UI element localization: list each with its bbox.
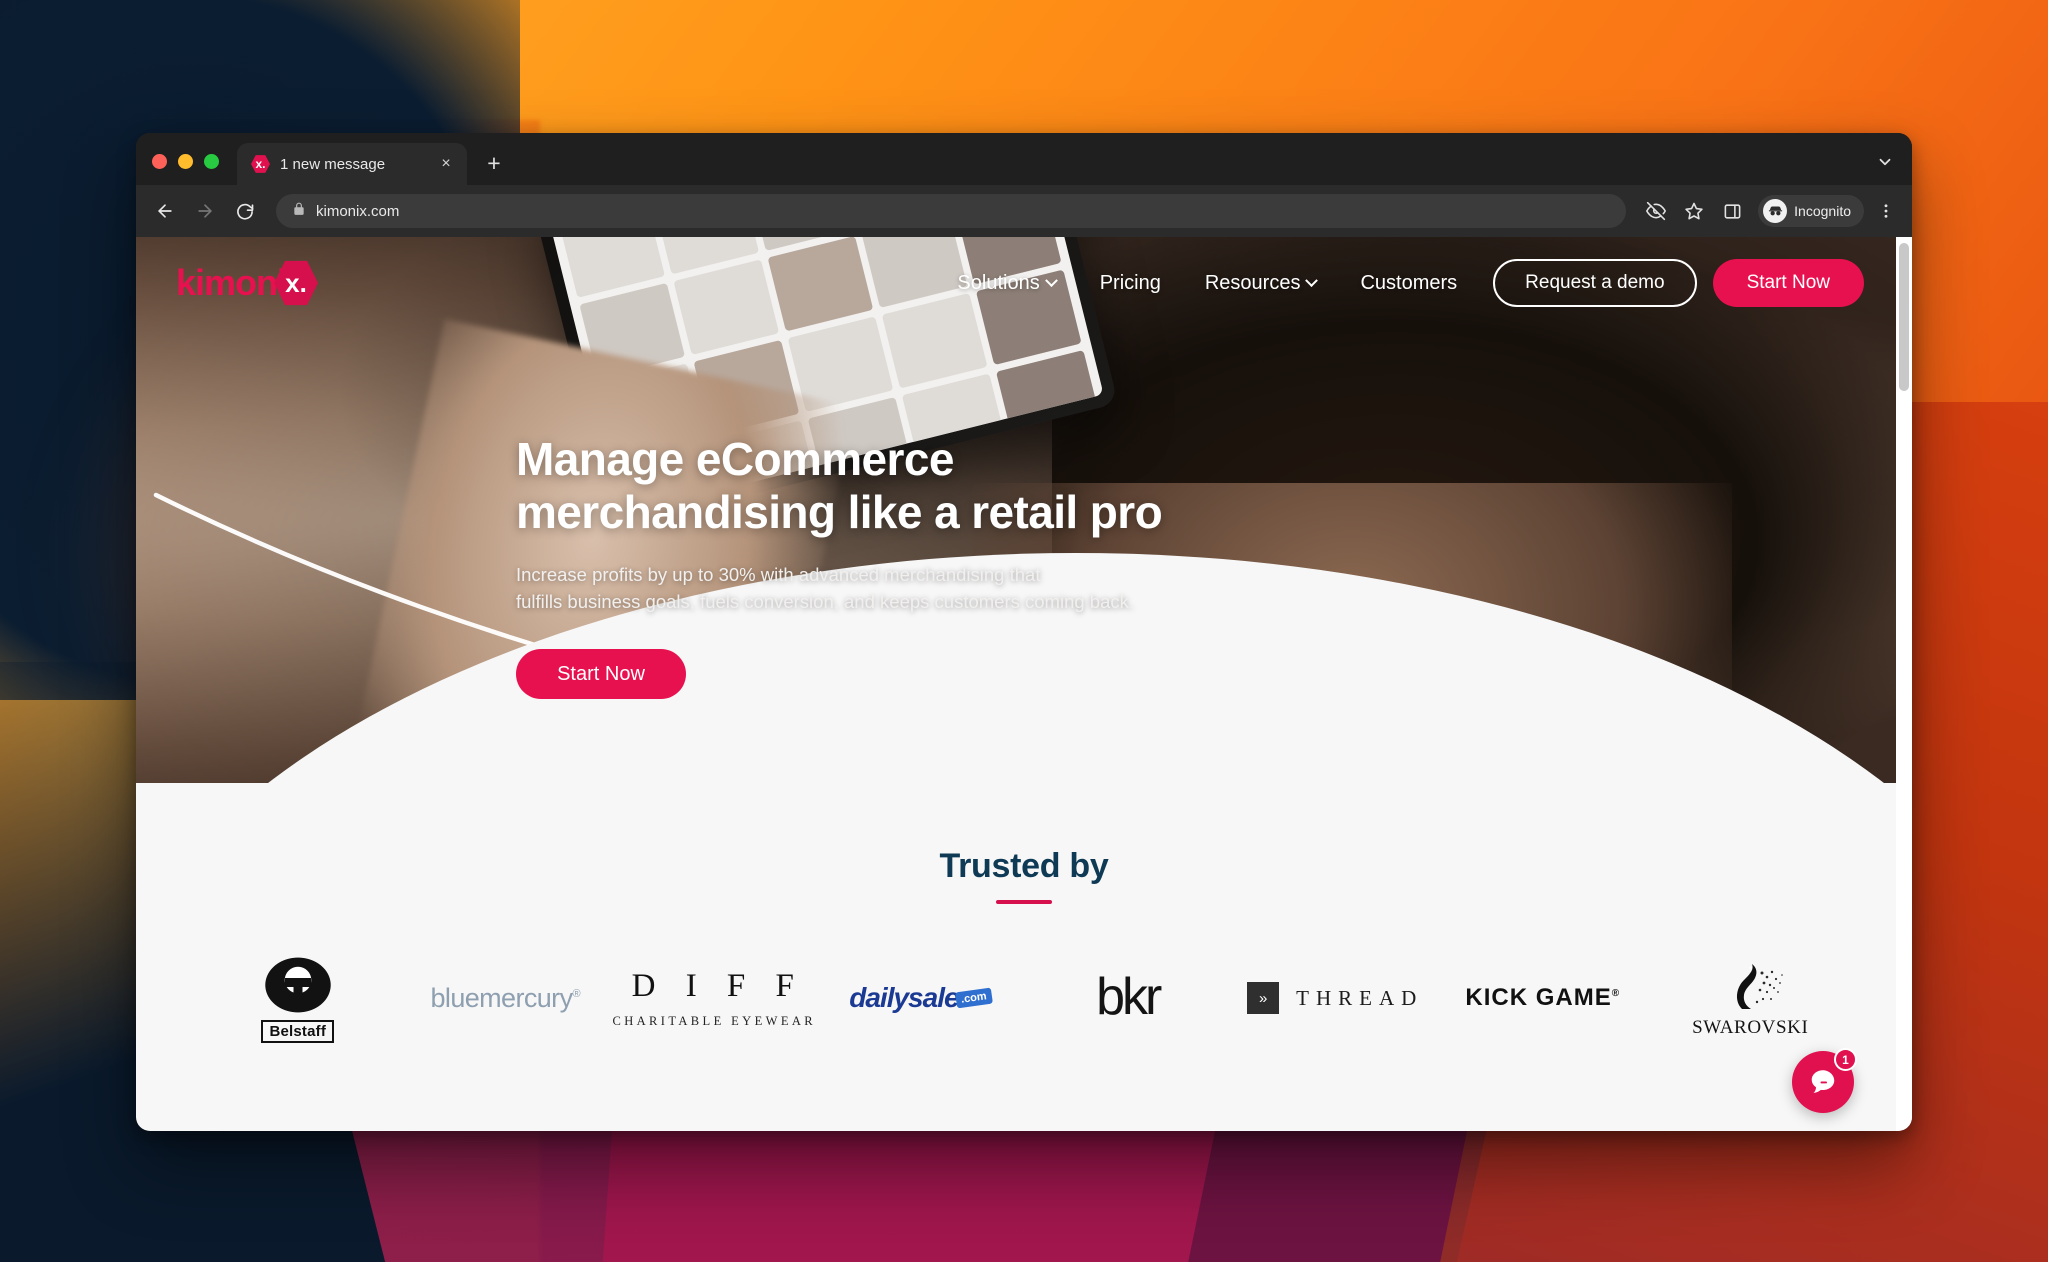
page-viewport: kimoni x. Solutions Pricing Resources Cu… <box>136 237 1912 1131</box>
page-scrollbar[interactable] <box>1896 237 1912 1131</box>
nav-label-pricing: Pricing <box>1099 271 1161 294</box>
window-controls <box>152 154 219 185</box>
nav-item-resources[interactable]: Resources <box>1183 272 1339 295</box>
url-text: kimonix.com <box>316 202 400 220</box>
kickgame-registered-mark: ® <box>1611 988 1621 999</box>
forward-arrow-icon[interactable] <box>188 194 222 228</box>
side-panel-icon[interactable] <box>1716 195 1748 227</box>
belstaff-crest-icon <box>260 953 335 1016</box>
eye-off-icon[interactable] <box>1640 195 1672 227</box>
hero-title-line-1: Manage eCommerce <box>516 433 954 485</box>
bluemercury-text: bluemercury <box>430 982 574 1013</box>
client-logo-diff: D I F F CHARITABLE EYEWEAR <box>609 946 817 1050</box>
chevron-down-icon <box>1044 273 1058 287</box>
chevron-down-icon <box>1305 273 1319 287</box>
incognito-spy-icon <box>1763 199 1788 223</box>
client-logo-row: Belstaff bluemercury® D I F F CHARITABLE… <box>136 904 1912 1050</box>
client-logo-bkr: bkr <box>1024 946 1232 1050</box>
kimonix-logo[interactable]: kimoni x. <box>176 260 319 306</box>
chat-unread-badge: 1 <box>1834 1048 1857 1071</box>
dailysale-com-tag: .com <box>954 987 993 1009</box>
close-window-button[interactable] <box>152 154 167 169</box>
hero-section: kimoni x. Solutions Pricing Resources Cu… <box>136 237 1912 783</box>
reload-icon[interactable] <box>228 194 262 228</box>
chevron-down-icon[interactable] <box>1868 145 1902 179</box>
header-start-now-button[interactable]: Start Now <box>1712 259 1864 307</box>
logo-wordmark: kimoni <box>176 262 287 303</box>
scrollbar-thumb[interactable] <box>1899 243 1909 391</box>
nav-label-customers: Customers <box>1360 271 1458 294</box>
browser-tab[interactable]: x. 1 new message × <box>237 143 467 185</box>
site-header: kimoni x. Solutions Pricing Resources Cu… <box>136 237 1912 329</box>
belstaff-wordmark: Belstaff <box>261 1019 335 1043</box>
kickgame-wordmark: KICK GAME® <box>1465 984 1620 1012</box>
bkr-wordmark: bkr <box>1096 968 1162 1027</box>
request-demo-button[interactable]: Request a demo <box>1493 259 1697 307</box>
client-logo-kickgame: KICK GAME® <box>1439 946 1647 1050</box>
hero-start-now-button[interactable]: Start Now <box>516 649 686 700</box>
trusted-by-title: Trusted by <box>939 847 1109 885</box>
swarovski-swan-icon <box>1712 957 1788 1015</box>
hero-subtitle: Increase profits by up to 30% with advan… <box>516 562 1162 616</box>
client-logo-bluemercury: bluemercury® <box>402 946 610 1050</box>
profile-label: Incognito <box>1794 203 1851 219</box>
nav-item-pricing[interactable]: Pricing <box>1078 272 1183 295</box>
hero-copy: Manage eCommerce merchandising like a re… <box>516 433 1163 700</box>
swarovski-wordmark: SWAROVSKI <box>1692 1017 1809 1038</box>
kimonix-favicon: x. <box>251 155 270 173</box>
client-logo-belstaff: Belstaff <box>194 946 402 1050</box>
hero-subtitle-line-2: fulfills business goals, fuels conversio… <box>516 590 1134 612</box>
profile-chip[interactable]: Incognito <box>1758 195 1864 227</box>
tab-strip: x. 1 new message × + <box>136 133 1912 185</box>
nav-item-customers[interactable]: Customers <box>1338 272 1479 295</box>
minimize-window-button[interactable] <box>178 154 193 169</box>
diff-tagline: CHARITABLE EYEWEAR <box>612 1013 817 1028</box>
client-logo-thread: » THREAD <box>1232 946 1440 1050</box>
browser-window: x. 1 new message × + kimonix.com Incogni… <box>136 133 1912 1131</box>
star-icon[interactable] <box>1678 195 1710 227</box>
kebab-menu-icon[interactable] <box>1870 195 1902 227</box>
new-tab-button[interactable]: + <box>477 146 511 180</box>
browser-toolbar: kimonix.com Incognito <box>136 185 1912 237</box>
client-logo-swarovski: SWAROVSKI <box>1647 946 1855 1050</box>
chat-bubble-icon <box>1811 1070 1835 1093</box>
address-bar[interactable]: kimonix.com <box>276 194 1627 228</box>
thread-chevrons-icon: » <box>1247 982 1280 1014</box>
desktop-wallpaper: x. 1 new message × + kimonix.com Incogni… <box>0 0 2048 1262</box>
hero-title: Manage eCommerce merchandising like a re… <box>516 433 1163 540</box>
trusted-by-section: Trusted by Belstaff bluemercury® D I F F… <box>136 783 1912 1050</box>
client-logo-dailysale: dailysale .com <box>817 946 1025 1050</box>
tab-title: 1 new message <box>280 155 386 173</box>
lock-icon <box>292 202 306 221</box>
hero-subtitle-line-1: Increase profits by up to 30% with advan… <box>516 563 1041 585</box>
hero-title-line-2: merchandising like a retail pro <box>516 486 1163 539</box>
kickgame-text: KICK GAME <box>1465 984 1612 1011</box>
close-tab-button[interactable]: × <box>435 153 457 175</box>
thread-wordmark: THREAD <box>1296 985 1424 1010</box>
back-arrow-icon[interactable] <box>148 194 182 228</box>
maximize-window-button[interactable] <box>204 154 219 169</box>
chat-widget-button[interactable]: 1 <box>1792 1048 1857 1113</box>
diff-wordmark: D I F F <box>631 967 805 1004</box>
primary-navigation: Solutions Pricing Resources Customers Re… <box>935 259 1864 307</box>
nav-item-solutions[interactable]: Solutions <box>935 272 1077 295</box>
bluemercury-wordmark: bluemercury® <box>430 982 581 1013</box>
nav-label-resources: Resources <box>1204 271 1301 294</box>
nav-label-solutions: Solutions <box>957 271 1040 294</box>
dailysale-wordmark: dailysale <box>849 982 959 1013</box>
